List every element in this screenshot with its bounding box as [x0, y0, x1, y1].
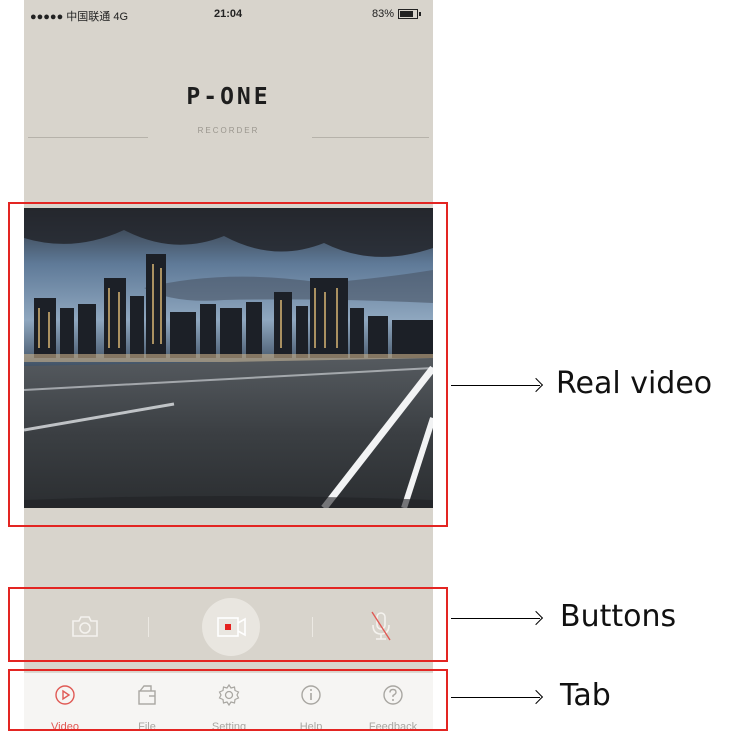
annotation-real-video: Real video: [556, 366, 713, 401]
battery-percent: 83%: [371, 8, 394, 20]
app-subtitle: RECORDER: [197, 126, 260, 135]
tab-arrow: [451, 697, 540, 698]
tab-highlight-box: [8, 669, 448, 731]
battery-icon: [398, 9, 418, 19]
app-logo: P-ONE: [186, 84, 271, 110]
annotation-buttons: Buttons: [560, 599, 677, 634]
status-bar: ●●●●● 中国联通 4G 21:04 83%: [24, 0, 433, 30]
buttons-highlight-box: [8, 587, 448, 662]
divider-right: [312, 137, 429, 138]
buttons-arrow: [451, 618, 540, 619]
video-arrow: [451, 385, 540, 386]
battery-indicator: 83%: [372, 8, 421, 20]
video-highlight-box: [8, 202, 448, 527]
clock: 21:04: [214, 8, 243, 20]
annotation-tab: Tab: [560, 678, 611, 713]
divider-left: [28, 137, 148, 138]
carrier-label: ●●●●● 中国联通 4G: [30, 11, 129, 23]
